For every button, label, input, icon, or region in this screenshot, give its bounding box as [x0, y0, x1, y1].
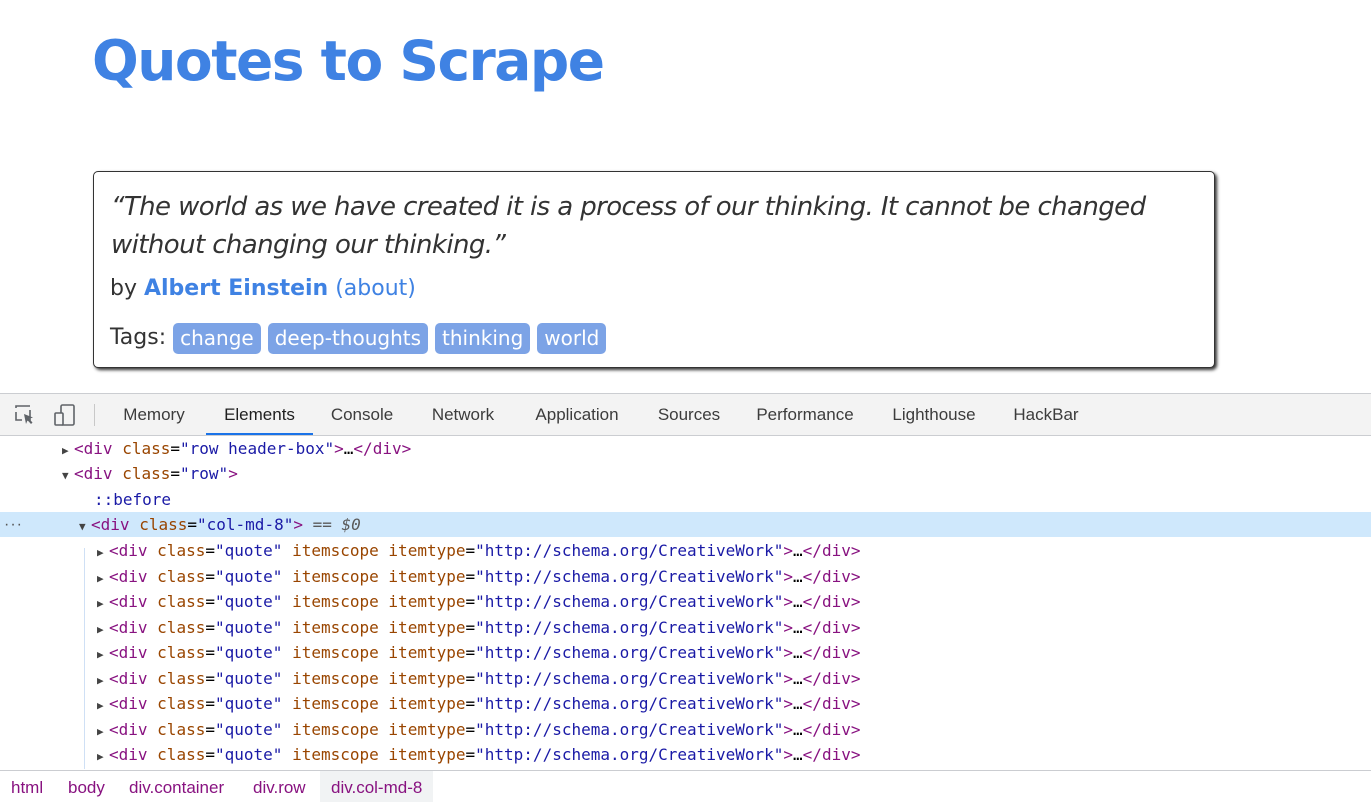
quote-card: “The world as we have created it is a pr… — [93, 171, 1215, 368]
expand-triangle-icon[interactable]: ▶ — [97, 693, 109, 718]
dom-tree: ▶ <div class="row header-box">…</div> ▼ <d… — [0, 436, 1371, 769]
toolbar-separator — [94, 404, 95, 426]
by-label: by — [110, 276, 137, 301]
expand-triangle-icon[interactable]: ▶ — [62, 438, 74, 463]
tag-link[interactable]: world — [537, 322, 607, 354]
tab-sources[interactable]: Sources — [648, 394, 730, 435]
author-name: Albert Einstein — [143, 276, 329, 301]
breadcrumb: html body div.container div.row div.col-… — [0, 770, 1371, 802]
dom-node-quote[interactable]: ▶ <div class="quote" itemscope itemtype="… — [0, 640, 1371, 665]
tag-link[interactable]: deep-thoughts — [267, 322, 429, 354]
inspect-element-icon[interactable] — [13, 403, 37, 427]
tag-link[interactable]: change — [173, 322, 261, 354]
devtools-toolbar: Memory Elements Console Network Applicat… — [0, 394, 1371, 436]
site-title[interactable]: Quotes to Scrape — [92, 26, 605, 96]
quote-text: “The world as we have created it is a pr… — [111, 192, 1146, 260]
tab-hackbar[interactable]: HackBar — [1004, 394, 1088, 435]
breadcrumb-div-col-md-8[interactable]: div.col-md-8 — [320, 771, 434, 802]
quote-tags: Tags: change deep-thoughts thinking worl… — [110, 321, 607, 355]
tags-label: Tags: — [110, 325, 167, 350]
tab-elements[interactable]: Elements — [206, 394, 313, 435]
dom-node-quote[interactable]: ▶ <div class="quote" itemscope itemtype="… — [0, 717, 1371, 742]
devtools-panel: Memory Elements Console Network Applicat… — [0, 393, 1371, 802]
dom-node-quote[interactable]: ▶ <div class="quote" itemscope itemtype="… — [0, 742, 1371, 767]
dom-node-quote[interactable]: ▶ <div class="quote" itemscope itemtype="… — [0, 564, 1371, 589]
expand-triangle-icon[interactable]: ▶ — [97, 540, 109, 565]
tab-performance[interactable]: Performance — [745, 394, 865, 435]
dom-node-row[interactable]: ▼ <div class="row"> — [0, 461, 1371, 486]
about-link[interactable]: (about) — [335, 276, 416, 301]
dom-node-quote[interactable]: ▶ <div class="quote" itemscope itemtype="… — [0, 615, 1371, 640]
tag-link[interactable]: thinking — [435, 322, 531, 354]
expand-triangle-icon[interactable]: ▶ — [97, 642, 109, 667]
tab-console[interactable]: Console — [317, 394, 407, 435]
dom-node-quote[interactable]: ▶ <div class="quote" itemscope itemtype="… — [0, 691, 1371, 716]
dom-node-quote[interactable]: ▶ <div class="quote" itemscope itemtype="… — [0, 538, 1371, 563]
expand-triangle-icon[interactable]: ▶ — [97, 719, 109, 744]
dom-node-before[interactable]: ::before — [0, 487, 1371, 512]
quote-byline: by Albert Einstein (about) — [110, 272, 416, 306]
breadcrumb-div-container[interactable]: div.container — [118, 771, 235, 802]
tab-application[interactable]: Application — [522, 394, 632, 435]
expand-triangle-icon[interactable]: ▶ — [97, 591, 109, 616]
tab-network[interactable]: Network — [418, 394, 508, 435]
collapse-triangle-icon[interactable]: ▼ — [62, 463, 74, 488]
expand-triangle-icon[interactable]: ▶ — [97, 566, 109, 591]
dom-node-quote[interactable]: ▶ <div class="quote" itemscope itemtype="… — [0, 589, 1371, 614]
breadcrumb-body[interactable]: body — [57, 771, 116, 802]
dom-node-header-box[interactable]: ▶ <div class="row header-box">…</div> — [0, 436, 1371, 461]
tab-lighthouse[interactable]: Lighthouse — [880, 394, 988, 435]
collapse-triangle-icon[interactable]: ▼ — [79, 514, 91, 539]
tab-memory[interactable]: Memory — [106, 394, 202, 435]
expand-triangle-icon[interactable]: ▶ — [97, 668, 109, 693]
device-toolbar-icon[interactable] — [53, 403, 77, 427]
expand-triangle-icon[interactable]: ▶ — [97, 744, 109, 769]
expand-triangle-icon[interactable]: ▶ — [97, 617, 109, 642]
breadcrumb-div-row[interactable]: div.row — [242, 771, 317, 802]
dom-node-quote[interactable]: ▶ <div class="quote" itemscope itemtype="… — [0, 666, 1371, 691]
more-options-icon[interactable]: ··· — [4, 512, 23, 537]
breadcrumb-html[interactable]: html — [0, 771, 54, 802]
dom-node-col-md-8[interactable]: ··· ▼ <div class="col-md-8"> == $0 — [0, 512, 1371, 537]
